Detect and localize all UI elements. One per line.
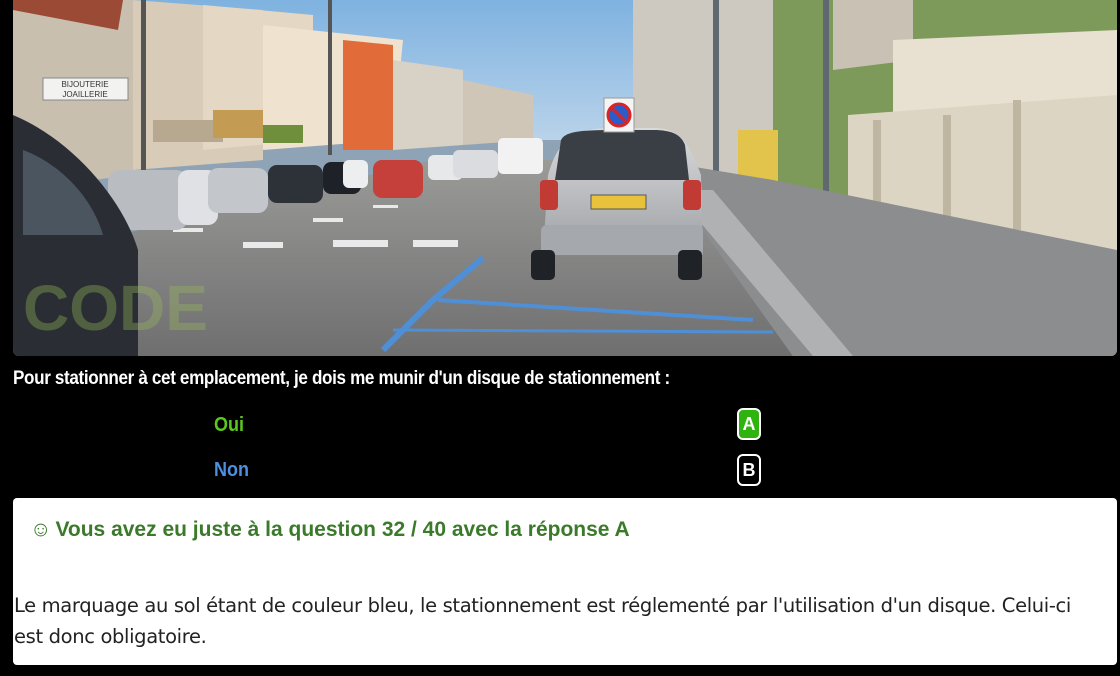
answer-b-button[interactable]: B bbox=[737, 454, 761, 486]
answer-a-label[interactable]: Oui bbox=[214, 414, 244, 437]
question-text: Pour stationner à cet emplacement, je do… bbox=[13, 368, 670, 389]
answer-a-button[interactable]: A bbox=[737, 408, 761, 440]
result-title: Vous avez eu juste à la question 32 / 40… bbox=[55, 518, 630, 541]
result-title-row: ☺ Vous avez eu juste à la question 32 / 4… bbox=[30, 518, 630, 542]
answer-b-label[interactable]: Non bbox=[214, 459, 249, 482]
sign-joaillerie: JOAILLERIE bbox=[62, 90, 107, 99]
explanation-text: Le marquage au sol étant de couleur bleu… bbox=[14, 594, 1071, 648]
question-photo: BIJOUTERIE JOAILLERIE CODE bbox=[13, 0, 1117, 356]
smiley-icon: ☺ bbox=[30, 518, 52, 541]
result-panel: ☺ Vous avez eu juste à la question 32 / 4… bbox=[13, 498, 1117, 665]
sign-bijouterie: BIJOUTERIE bbox=[61, 80, 108, 89]
watermark-logo: CODE bbox=[23, 272, 208, 344]
